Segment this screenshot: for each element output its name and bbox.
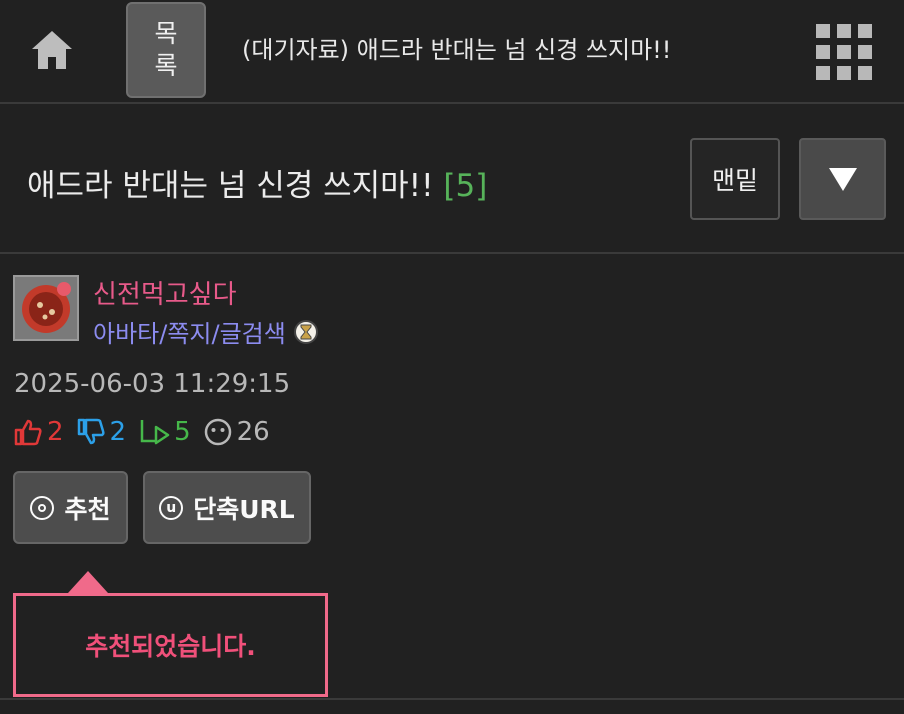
- reply-stat: 5: [138, 417, 191, 447]
- view-face-icon: [204, 418, 231, 446]
- comment-count[interactable]: [5]: [443, 168, 487, 204]
- upvote-count: 2: [47, 417, 64, 447]
- grid-menu-button[interactable]: [816, 24, 872, 80]
- top-bar-title: (대기자료) 애드라 반대는 넘 신경 쓰지마!!: [242, 36, 672, 64]
- home-icon: [32, 31, 72, 69]
- post-title: 애드라 반대는 넘 신경 쓰지마!! [5]: [27, 160, 487, 205]
- upvote-stat: 2: [13, 417, 64, 447]
- post-stats: 2 2 5 26: [13, 416, 282, 448]
- short-url-button[interactable]: u 단축URL: [143, 471, 311, 544]
- top-bar: 목록 (대기자료) 애드라 반대는 넘 신경 쓰지마!!: [0, 0, 904, 104]
- scroll-bottom-button[interactable]: 맨밑: [690, 138, 780, 220]
- short-url-label: 단축URL: [193, 494, 295, 524]
- hourglass-icon: [293, 319, 318, 344]
- avatar[interactable]: [13, 275, 79, 341]
- down-button[interactable]: [799, 138, 886, 220]
- post-title-text: 애드라 반대는 넘 신경 쓰지마!!: [27, 168, 434, 204]
- view-count: 26: [236, 417, 270, 447]
- circle-dot-icon: [30, 495, 55, 520]
- down-triangle-icon: [828, 168, 857, 191]
- downvote-count: 2: [109, 417, 127, 447]
- avatar-image: [22, 282, 71, 333]
- recommend-tooltip: 추천되었습니다.: [13, 593, 328, 697]
- tooltip-arrow: [68, 571, 108, 593]
- view-stat: 26: [203, 417, 270, 447]
- thumbs-down-icon: [77, 418, 105, 445]
- recommend-button[interactable]: 추천: [13, 471, 128, 544]
- post-datetime: 2025-06-03 11:29:15: [14, 369, 291, 399]
- tooltip-message: 추천되었습니다.: [85, 632, 256, 661]
- downvote-stat: 2: [76, 417, 127, 447]
- reply-count: 5: [174, 417, 191, 447]
- author-name[interactable]: 신전먹고싶다: [93, 274, 237, 311]
- thumbs-up-icon: [14, 419, 42, 446]
- author-links: 아바타/쪽지/글검색: [93, 314, 318, 349]
- home-button[interactable]: [28, 26, 76, 74]
- link-u-icon: u: [159, 495, 184, 520]
- recommend-label: 추천: [64, 494, 111, 524]
- author-links-text[interactable]: 아바타/쪽지/글검색: [93, 314, 286, 349]
- divider: [0, 698, 904, 700]
- post-title-row: 애드라 반대는 넘 신경 쓰지마!! [5] 맨밑: [0, 104, 904, 254]
- list-button[interactable]: 목록: [126, 2, 206, 98]
- reply-arrow-icon: [140, 420, 170, 445]
